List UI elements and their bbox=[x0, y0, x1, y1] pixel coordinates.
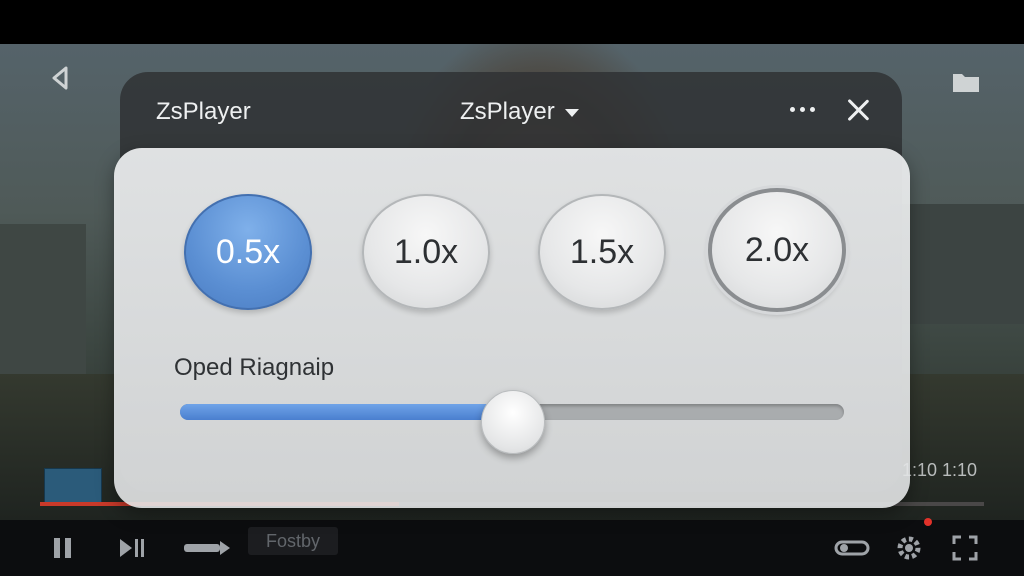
playback-label: Fostby bbox=[248, 527, 338, 555]
pause-icon[interactable] bbox=[48, 534, 78, 562]
settings-icon[interactable] bbox=[894, 534, 924, 562]
dialog-title: ZsPlayer bbox=[156, 98, 251, 125]
player-selector-label: ZsPlayer bbox=[460, 98, 555, 125]
fullscreen-icon[interactable] bbox=[950, 534, 980, 562]
speed-button-1-0x[interactable]: 1.0x bbox=[362, 194, 490, 310]
speed-button-0-5x[interactable]: 0.5x bbox=[184, 194, 312, 310]
back-icon[interactable] bbox=[48, 64, 76, 99]
video-player: 1:10 1:10 Fostby ZsPlayer ZsPlayer 0.5x … bbox=[0, 0, 1024, 576]
folder-icon[interactable] bbox=[950, 68, 982, 103]
toggle-icon[interactable] bbox=[832, 534, 872, 562]
skip-next-icon[interactable] bbox=[116, 534, 148, 562]
control-bar bbox=[0, 520, 1024, 576]
thumbnail-preview bbox=[44, 468, 102, 504]
speed-button-1-5x[interactable]: 1.5x bbox=[538, 194, 666, 310]
close-icon[interactable] bbox=[842, 94, 874, 126]
chevron-down-icon bbox=[564, 109, 579, 117]
timecode: 1:10 1:10 bbox=[902, 460, 978, 480]
more-icon[interactable] bbox=[784, 94, 820, 124]
volume-icon[interactable] bbox=[182, 534, 234, 562]
speed-button-2-0x[interactable]: 2.0x bbox=[708, 188, 846, 312]
notification-dot bbox=[924, 518, 932, 526]
speed-slider-fill bbox=[180, 404, 512, 420]
speed-slider-handle[interactable] bbox=[481, 390, 545, 454]
slider-label: Oped Riagnaip bbox=[174, 354, 335, 381]
background-building bbox=[890, 204, 1024, 324]
background-building bbox=[0, 224, 86, 374]
speed-panel: 0.5x 1.0x 1.5x 2.0x Oped Riagnaip bbox=[114, 148, 910, 508]
player-selector[interactable]: ZsPlayer bbox=[460, 98, 579, 126]
